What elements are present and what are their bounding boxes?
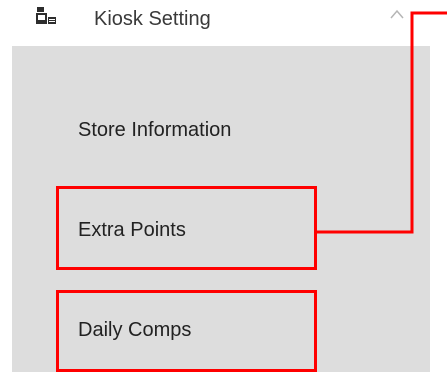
callout-connector-line [317,11,447,234]
